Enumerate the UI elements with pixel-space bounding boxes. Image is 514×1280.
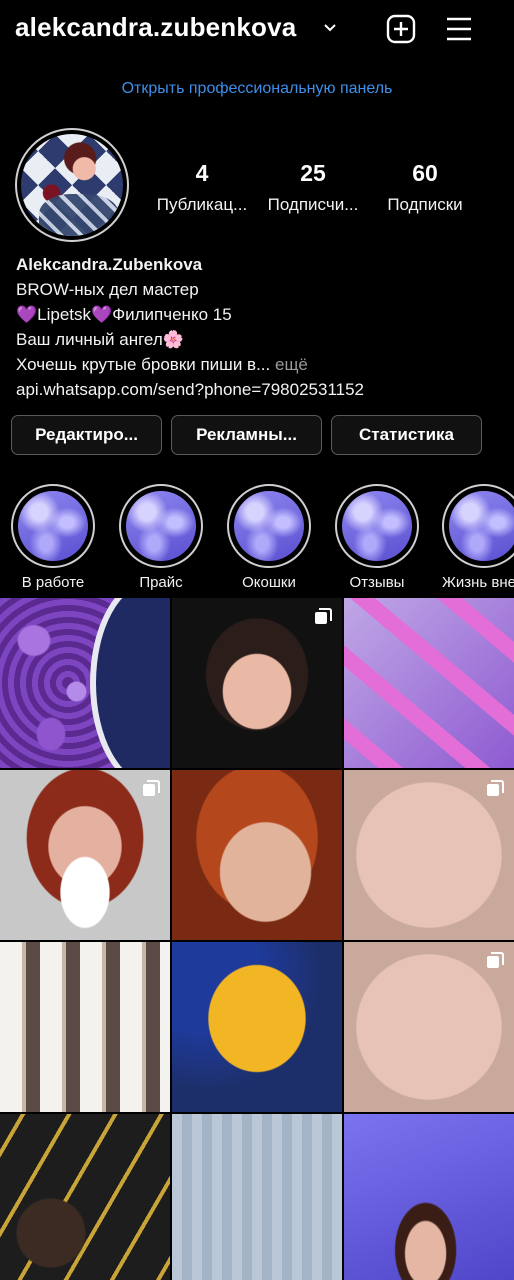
highlight-cover xyxy=(449,491,514,561)
bio-more-link[interactable]: ещё xyxy=(275,355,308,374)
bio-line: Ваш личный ангел🌸 xyxy=(16,330,184,349)
followers-count: 25 xyxy=(300,160,326,186)
highlight-cover xyxy=(18,491,88,561)
bio-line: 💜Lipetsk💜Филипченко 15 xyxy=(16,305,232,324)
followers-label: Подписчи... xyxy=(267,195,359,214)
plus-square-icon[interactable] xyxy=(386,14,416,44)
following-count: 60 xyxy=(412,160,438,186)
multiple-photos-icon xyxy=(487,952,504,968)
highlight-label: Отзывы xyxy=(349,574,405,591)
multiple-photos-icon xyxy=(315,608,332,624)
highlight-item[interactable]: В работе xyxy=(10,484,96,591)
highlight-ring xyxy=(227,484,311,568)
professional-dashboard-link[interactable]: Открыть профессиональную панель xyxy=(0,80,514,98)
bio-line: BROW-ных дел мастер xyxy=(16,280,199,299)
multiple-photos-icon xyxy=(143,780,160,796)
post-thumbnail[interactable] xyxy=(172,770,342,940)
post-thumbnail[interactable] xyxy=(0,770,170,940)
chevron-down-icon[interactable] xyxy=(322,20,338,36)
stat-posts[interactable]: 4 Публикац... xyxy=(142,160,262,215)
highlight-ring xyxy=(119,484,203,568)
bio: Alekcandra.Zubenkova BROW-ных дел мастер… xyxy=(16,252,506,402)
highlight-cover xyxy=(342,491,412,561)
post-thumbnail[interactable] xyxy=(172,598,342,768)
highlight-label: Жизнь вне работы xyxy=(442,574,514,591)
post-thumbnail[interactable] xyxy=(344,1114,514,1280)
highlight-cover xyxy=(126,491,196,561)
highlight-label: Окошки xyxy=(242,574,296,591)
stat-following[interactable]: 60 Подписки xyxy=(365,160,485,215)
stat-followers[interactable]: 25 Подписчи... xyxy=(253,160,373,215)
post-thumbnail[interactable] xyxy=(344,942,514,1112)
highlight-label: Прайс xyxy=(139,574,183,591)
post-thumbnail[interactable] xyxy=(172,942,342,1112)
avatar-photo xyxy=(21,134,123,236)
post-thumbnail[interactable] xyxy=(0,1114,170,1280)
insights-button[interactable]: Статистика xyxy=(331,415,482,455)
highlight-item[interactable]: Окошки xyxy=(226,484,312,591)
plate-detail xyxy=(90,598,170,768)
post-thumbnail[interactable] xyxy=(344,598,514,768)
post-thumbnail[interactable] xyxy=(0,598,170,768)
posts-label: Публикац... xyxy=(156,195,248,214)
display-name: Alekcandra.Zubenkova xyxy=(16,255,203,274)
posts-count: 4 xyxy=(195,160,209,186)
post-thumbnail[interactable] xyxy=(172,1114,342,1280)
top-bar: alekcandra.zubenkova xyxy=(0,0,514,60)
highlight-ring xyxy=(11,484,95,568)
highlight-label: В работе xyxy=(21,574,85,591)
post-thumbnail[interactable] xyxy=(344,770,514,940)
highlight-item[interactable]: Отзывы xyxy=(334,484,420,591)
bio-line: Хочешь крутые бровки пиши в... xyxy=(16,355,271,374)
avatar-shirt-detail xyxy=(39,194,119,236)
highlight-cover xyxy=(234,491,304,561)
hamburger-menu-icon[interactable] xyxy=(444,14,474,44)
following-label: Подписки xyxy=(387,195,463,214)
bio-line-truncated: Хочешь крутые бровки пиши в... ещё xyxy=(16,352,506,377)
ad-tools-button[interactable]: Рекламны... xyxy=(171,415,322,455)
username-title[interactable]: alekcandra.zubenkova xyxy=(15,12,296,43)
avatar[interactable] xyxy=(15,128,129,242)
highlight-item[interactable]: Прайс xyxy=(118,484,204,591)
highlight-item[interactable]: Жизнь вне работы xyxy=(442,484,514,591)
highlight-ring xyxy=(335,484,419,568)
bio-website-link[interactable]: api.whatsapp.com/send?phone=79802531152 xyxy=(16,377,506,402)
edit-profile-button[interactable]: Редактиро... xyxy=(11,415,162,455)
post-thumbnail[interactable] xyxy=(0,942,170,1112)
highlight-ring xyxy=(442,484,514,568)
multiple-photos-icon xyxy=(487,780,504,796)
